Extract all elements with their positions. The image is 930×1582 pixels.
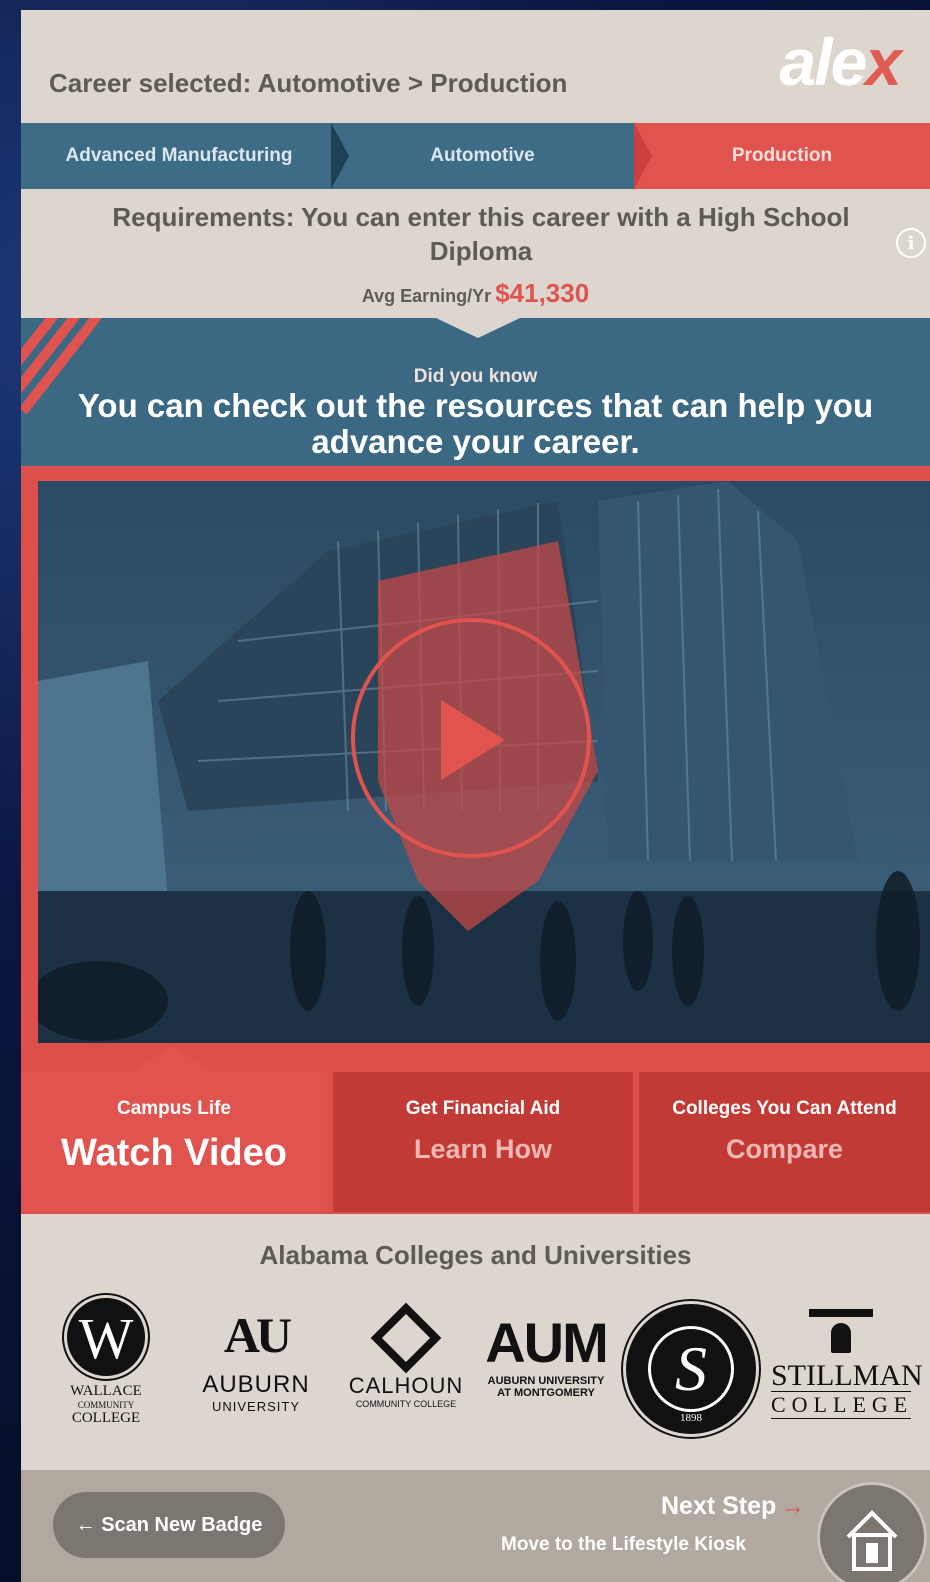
wallace-mark: W	[64, 1295, 148, 1379]
kiosk-frame: Career selected: Automotive > Production…	[0, 0, 930, 1582]
breadcrumb-label: Advanced Manufacturing	[65, 145, 293, 166]
next-label: Next Step	[661, 1492, 777, 1520]
info-icon[interactable]: i	[896, 228, 926, 258]
stillman-line1: STILLMAN	[771, 1359, 923, 1392]
auburn-university-logo[interactable]: AU AUBURN UNIVERSITY	[181, 1305, 331, 1414]
avg-earning: Avg Earning/Yr $41,330	[21, 278, 930, 309]
stillman-line2: COLLEGE	[771, 1391, 914, 1419]
scan-label: Scan New Badge	[101, 1514, 263, 1536]
snead-state-logo[interactable]: S 1898	[623, 1301, 763, 1437]
did-you-know-label: Did you know	[413, 366, 538, 387]
tab-title: Campus Life	[116, 1098, 232, 1119]
next-step-subtitle: Move to the Lifestyle Kiosk	[501, 1534, 746, 1555]
did-you-know-message: You can check out the resources that can…	[77, 387, 874, 460]
scan-new-badge-button[interactable]: ← Scan New Badge	[53, 1492, 285, 1558]
tab-campus-life[interactable]: Campus Life Watch Video	[21, 1072, 327, 1212]
breadcrumb-chevron	[634, 123, 652, 189]
breadcrumb-label: Automotive	[430, 145, 535, 166]
play-button[interactable]	[351, 618, 591, 858]
wallace-line1: WALLACE	[70, 1383, 142, 1399]
tab-action: Watch Video	[61, 1132, 287, 1174]
career-selected-title: Career selected: Automotive > Production	[49, 68, 568, 98]
wallace-line3: COLLEGE	[71, 1410, 141, 1426]
snead-mark: S	[648, 1326, 734, 1412]
auburn-mark: AU	[223, 1307, 292, 1363]
next-step-link[interactable]: Next Step →	[661, 1492, 805, 1521]
auburn-line1: AUBURN	[202, 1371, 310, 1398]
earning-value: $41,330	[495, 278, 590, 308]
requirements-text: Requirements: You can enter this career …	[112, 202, 850, 266]
logo-text: ale	[779, 25, 868, 99]
calhoun-mark	[370, 1302, 442, 1374]
breadcrumb-production[interactable]: Production	[634, 123, 930, 189]
tab-colleges[interactable]: Colleges You Can Attend Compare	[639, 1072, 930, 1212]
breadcrumb-advanced-manufacturing[interactable]: Advanced Manufacturing	[21, 123, 349, 189]
career-breadcrumb: Advanced Manufacturing Automotive Produc…	[21, 123, 930, 189]
kiosk-screen: Career selected: Automotive > Production…	[21, 10, 930, 1582]
aum-line2: AT MONTGOMERY	[497, 1387, 595, 1399]
stillman-college-logo[interactable]: STILLMAN COLLEGE	[771, 1309, 923, 1419]
calhoun-line1: CALHOUN	[348, 1373, 464, 1398]
calhoun-college-logo[interactable]: CALHOUN COMMUNITY COLLEGE	[331, 1302, 481, 1409]
college-logos: W WALLACE COMMUNITY COLLEGE AU AUBURN UN…	[41, 1295, 930, 1445]
aum-mark: AUM	[485, 1311, 609, 1374]
calhoun-line2: COMMUNITY COLLEGE	[355, 1399, 457, 1409]
snead-year: 1898	[680, 1412, 702, 1424]
banner-notch	[436, 318, 520, 338]
aum-logo[interactable]: AUM AUBURN UNIVERSITY AT MONTGOMERY	[473, 1311, 619, 1400]
tab-action: Compare	[725, 1134, 844, 1164]
resource-tabs: Campus Life Watch Video Get Financial Ai…	[21, 1072, 930, 1212]
footer-bar: ← Scan New Badge Next Step → Move to the …	[21, 1470, 930, 1582]
tab-action: Learn How	[413, 1134, 553, 1164]
tab-title: Get Financial Aid	[405, 1098, 561, 1119]
logo-accent: x	[865, 25, 902, 99]
tab-financial-aid[interactable]: Get Financial Aid Learn How	[333, 1072, 633, 1212]
play-icon	[441, 700, 505, 780]
colleges-heading: Alabama Colleges and Universities	[259, 1240, 692, 1270]
breadcrumb-label: Production	[731, 145, 833, 166]
home-icon	[846, 1510, 898, 1571]
tab-title: Colleges You Can Attend	[672, 1098, 897, 1119]
breadcrumb-chevron	[331, 123, 349, 189]
arrow-right-icon: →	[780, 1492, 806, 1520]
wallace-line2: COMMUNITY	[77, 1400, 135, 1410]
aum-line1: AUBURN UNIVERSITY	[487, 1375, 605, 1387]
breadcrumb-automotive[interactable]: Automotive	[331, 123, 652, 189]
arrow-left-icon: ←	[75, 1514, 96, 1536]
alex-logo: alex	[779, 24, 902, 100]
active-tab-pointer	[131, 1046, 211, 1072]
did-you-know-banner: Did you know You can check out the resou…	[21, 318, 930, 466]
earning-label: Avg Earning/Yr	[361, 286, 492, 306]
auburn-line2: UNIVERSITY	[211, 1399, 300, 1414]
wallace-college-logo[interactable]: W WALLACE COMMUNITY COLLEGE	[51, 1295, 161, 1427]
stillman-bell-mark	[809, 1309, 873, 1355]
home-button[interactable]	[817, 1482, 927, 1582]
